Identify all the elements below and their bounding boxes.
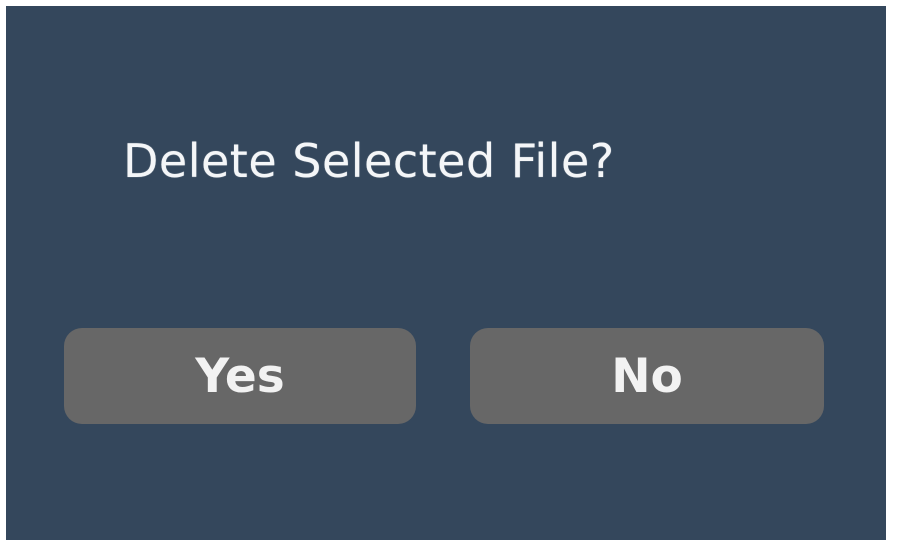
dialog-title: Delete Selected File? [123,134,615,188]
delete-confirmation-dialog: Delete Selected File? Yes No [6,6,886,540]
yes-button[interactable]: Yes [64,328,416,424]
no-button[interactable]: No [470,328,824,424]
